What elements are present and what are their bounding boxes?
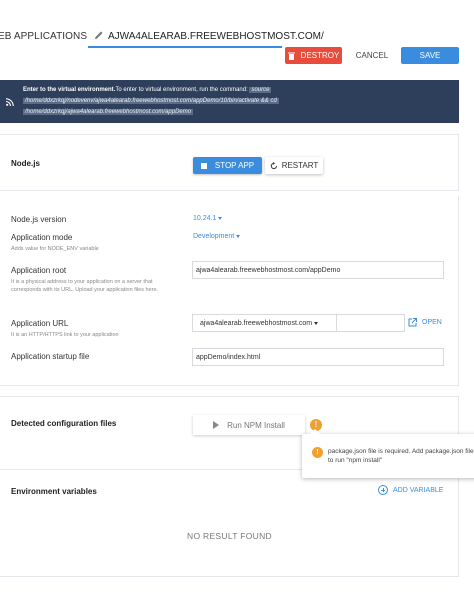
application-url-label: Application URL bbox=[11, 319, 69, 328]
application-url-hint: It is an HTTP/HTTPS link to your applica… bbox=[11, 332, 119, 338]
tooltip-arrow bbox=[310, 429, 320, 434]
nodejs-version-value: 10.24.1 bbox=[193, 215, 217, 222]
save-button[interactable]: SAVE bbox=[401, 47, 459, 64]
open-url-link[interactable]: OPEN bbox=[408, 318, 442, 327]
pencil-icon bbox=[95, 31, 103, 39]
banner-text: Enter to the virtual environment.To ente… bbox=[23, 85, 455, 118]
tooltip-message: package.json file is required. Add packa… bbox=[328, 448, 474, 464]
startup-file-input[interactable]: appDemo/index.html bbox=[192, 348, 444, 366]
empty-state-text: NO RESULT FOUND bbox=[187, 531, 272, 541]
plus-circle-icon bbox=[378, 485, 388, 495]
top-bar: EB APPLICATIONS AJWA4ALEARAB.FREEWEBHOST… bbox=[0, 0, 474, 74]
add-variable-label: ADD VARIABLE bbox=[393, 486, 444, 494]
run-npm-install-label: Run NPM Install bbox=[227, 420, 285, 430]
stop-app-button[interactable]: STOP APP bbox=[193, 157, 262, 174]
add-variable-button[interactable]: ADD VARIABLE bbox=[378, 485, 443, 495]
caret-down-icon bbox=[314, 321, 319, 325]
command-part-2[interactable]: /home/ddxzrkqj/nodevenv/ajwa4alearab.fre… bbox=[23, 98, 279, 104]
application-root-label: Application root bbox=[11, 266, 67, 275]
play-icon bbox=[213, 421, 220, 429]
virtual-env-banner: Enter to the virtual environment.To ente… bbox=[0, 80, 459, 123]
application-url-domain-select[interactable]: ajwa4alearab.freewebhostmost.com bbox=[192, 314, 336, 332]
restart-icon bbox=[270, 161, 277, 169]
npm-warning-tooltip: ! package.json file is required. Add pac… bbox=[302, 429, 474, 478]
application-mode-hint: Adds value for NODE_ENV variable bbox=[11, 246, 99, 252]
environment-variables-panel: Environment variables ADD VARIABLE NO RE… bbox=[0, 470, 459, 577]
application-root-input[interactable]: ajwa4alearab.freewebhostmost.com/appDemo bbox=[192, 261, 444, 279]
rss-icon bbox=[6, 98, 14, 106]
caret-down-icon bbox=[236, 234, 241, 238]
banner-lead: Enter to the virtual environment. bbox=[23, 87, 116, 93]
command-part-1[interactable]: source bbox=[249, 87, 272, 93]
restart-label: RESTART bbox=[281, 161, 319, 170]
startup-file-label: Application startup file bbox=[11, 352, 90, 361]
open-label: OPEN bbox=[422, 319, 442, 326]
configuration-files-title: Detected configuration files bbox=[11, 419, 117, 428]
save-label: SAVE bbox=[419, 51, 441, 60]
command-part-3[interactable]: /home/ddxzrkqj/ajwa4alearab.freewebhostm… bbox=[23, 109, 194, 115]
cancel-label: CANCEL bbox=[355, 51, 389, 60]
nodejs-title: Node.js bbox=[11, 159, 40, 168]
restart-button[interactable]: RESTART bbox=[265, 157, 323, 174]
application-mode-dropdown[interactable]: Development bbox=[193, 233, 241, 240]
trash-icon bbox=[287, 52, 295, 60]
destroy-button[interactable]: DESTROY bbox=[285, 47, 342, 64]
active-tab-underline bbox=[88, 46, 282, 48]
external-link-icon bbox=[408, 318, 417, 327]
application-url-domain-value: ajwa4alearab.freewebhostmost.com bbox=[200, 320, 313, 327]
application-mode-value: Development bbox=[193, 233, 235, 240]
caret-down-icon bbox=[218, 216, 223, 220]
nodejs-version-dropdown[interactable]: 10.24.1 bbox=[193, 215, 223, 222]
application-url-path-input[interactable] bbox=[336, 314, 405, 332]
cancel-button[interactable]: CANCEL bbox=[345, 47, 399, 64]
warning-icon: ! bbox=[312, 447, 323, 458]
breadcrumb-web-applications[interactable]: EB APPLICATIONS bbox=[0, 31, 87, 42]
destroy-label: DESTROY bbox=[300, 51, 340, 60]
stop-icon bbox=[200, 162, 207, 169]
application-mode-label: Application mode bbox=[11, 233, 73, 242]
stop-app-label: STOP APP bbox=[214, 161, 255, 170]
environment-variables-title: Environment variables bbox=[11, 487, 97, 496]
application-root-hint: It is a physical address to your applica… bbox=[11, 279, 159, 293]
nodejs-version-label: Node.js version bbox=[11, 215, 67, 224]
app-settings-form: Node.js version 10.24.1 Application mode… bbox=[0, 196, 459, 386]
banner-body: To enter to virtual environment, run the… bbox=[115, 87, 248, 93]
nodejs-panel: Node.js STOP APP RESTART bbox=[0, 134, 459, 191]
breadcrumb-current-app: AJWA4ALEARAB.FREEWEBHOSTMOST.COM/ bbox=[108, 31, 324, 42]
run-npm-install-button[interactable]: Run NPM Install bbox=[193, 415, 305, 435]
